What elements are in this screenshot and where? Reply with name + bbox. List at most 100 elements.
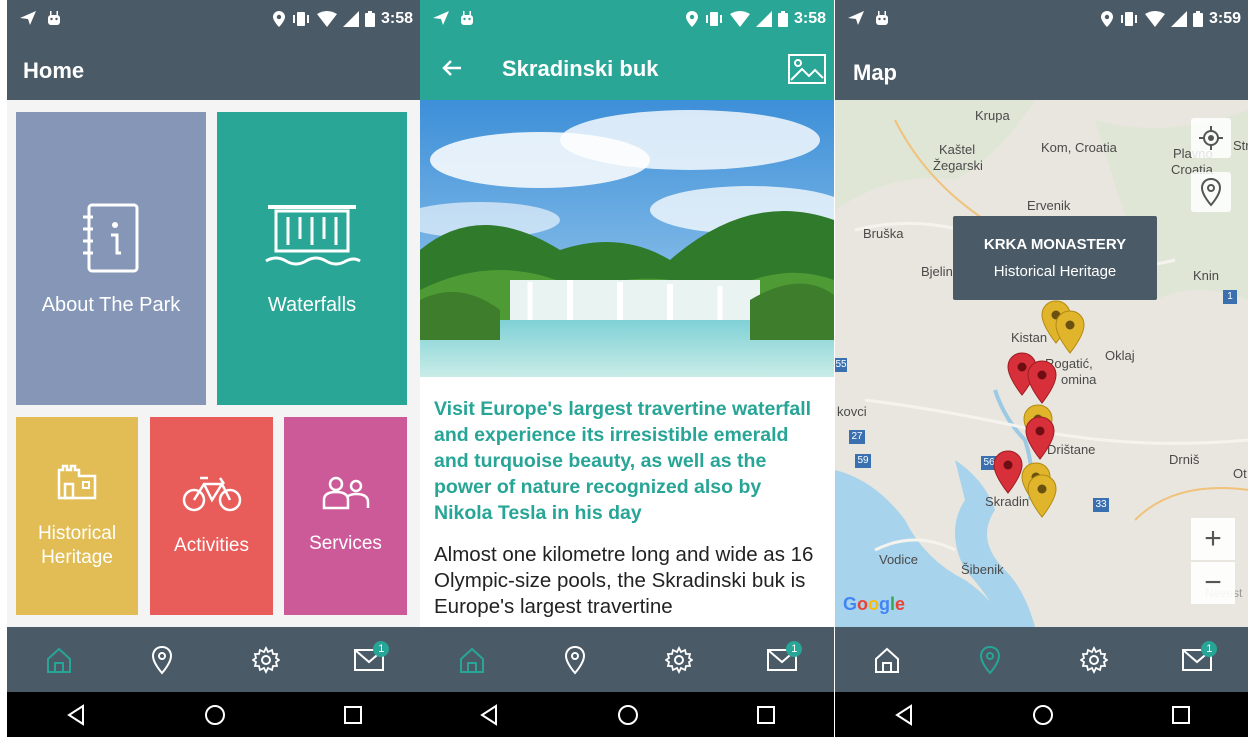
nav-settings[interactable] [1064,635,1124,685]
map-label: Ervenik [1027,198,1071,213]
zoom-in-button[interactable]: + [1191,518,1235,560]
gallery-icon[interactable] [788,54,826,84]
system-nav-bar [7,692,421,737]
map-label: Kom, Croatia [1041,140,1117,155]
map-pin-yellow[interactable] [1055,310,1085,354]
home-circle-icon[interactable] [204,704,226,726]
tile-about-the-park[interactable]: About The Park [16,112,206,405]
tile-historical-heritage[interactable]: Historical Heritage [16,417,138,615]
road-shield: 55 [835,358,847,372]
location-icon [1100,11,1113,27]
map-pin-red[interactable] [1025,416,1055,460]
map-pin-red[interactable] [1027,360,1057,404]
nav-home[interactable] [29,635,89,685]
nav-map[interactable] [132,635,192,685]
notification-badge: 1 [373,640,390,657]
map-label: Ot [1233,466,1247,481]
android-icon [876,11,888,25]
signal-icon [755,11,772,27]
map-pin-red[interactable] [993,450,1023,494]
map-pin-outline-icon [1200,177,1222,207]
nav-map[interactable] [545,635,605,685]
nav-messages[interactable]: 1 [1167,635,1227,685]
notebook-info-icon [83,203,139,272]
article-body: Visit Europe's largest travertine waterf… [434,396,824,627]
signal-icon [342,11,359,27]
nav-home[interactable] [442,635,502,685]
map-pin-yellow[interactable] [1027,474,1057,518]
article-lead: Visit Europe's largest travertine waterf… [434,398,812,524]
back-icon[interactable] [65,703,87,726]
marker-filter-button[interactable] [1191,172,1231,212]
vibrate-icon [705,12,722,26]
map-label: Bjelin [921,264,953,279]
location-icon [272,11,285,27]
home-circle-icon[interactable] [1032,704,1054,726]
tile-label: Services [309,533,382,554]
wifi-icon [316,11,337,27]
page-title: Home [23,58,85,83]
map-info-window[interactable]: KRKA MONASTERY Historical Heritage [953,216,1157,300]
back-icon[interactable] [478,703,500,726]
map-pin-icon [565,645,586,674]
nav-settings[interactable] [236,635,296,685]
wifi-icon [729,11,750,27]
status-time: 3:58 [380,10,413,27]
android-icon [48,11,60,25]
status-bar: 3:59 [835,0,1248,42]
article-paragraph: Almost one kilometre long and wide as 16… [434,543,814,618]
recents-icon[interactable] [756,705,776,725]
nav-messages[interactable]: 1 [752,635,812,685]
tile-services[interactable]: Services [284,417,407,615]
send-icon [433,11,449,25]
gear-icon [1079,645,1108,674]
map-label: Oklaj [1105,348,1135,363]
bottom-nav: 1 [7,627,421,692]
zoom-out-button[interactable]: − [1191,562,1235,604]
tile-label: Historical Heritage [37,523,117,568]
system-nav-bar [835,692,1248,737]
map-view[interactable]: Krupa Kaštel Žegarski Kom, Croatia Plavn… [835,100,1248,627]
bicycle-icon [182,476,241,512]
notification-badge: 1 [1201,640,1218,657]
map-screen: 3:59 Map Krupa Kaštel Žegarski Kom, Croa… [835,0,1248,737]
recents-icon[interactable] [343,705,363,725]
home-circle-icon[interactable] [617,704,639,726]
bottom-nav: 1 [420,627,834,692]
vibrate-icon [292,12,309,26]
home-icon [459,647,484,673]
tile-label: Waterfalls [267,293,357,316]
map-label: Bruška [863,226,904,241]
map-label: omina [1061,372,1097,387]
recents-icon[interactable] [1171,705,1191,725]
back-arrow-icon[interactable] [440,56,464,80]
info-window-subtitle: Historical Heritage [993,263,1117,280]
page-title: Map [853,60,897,85]
home-icon [46,647,71,673]
map-label: Žegarski [933,158,983,173]
battery-icon [364,11,375,27]
tile-label: Activities [174,535,249,556]
waterfall-icon [265,204,361,265]
my-location-button[interactable] [1191,118,1231,158]
map-label: Šibenik [961,562,1004,577]
nav-map[interactable] [960,635,1020,685]
people-icon [322,476,369,510]
status-bar: 3:58 [420,0,834,42]
map-label: Krupa [975,108,1010,123]
system-nav-bar [420,692,834,737]
send-icon [848,11,864,25]
app-bar: Skradinski buk [420,42,834,100]
map-label: Knin [1193,268,1220,283]
back-icon[interactable] [893,703,915,726]
battery-icon [1192,11,1203,27]
tile-activities[interactable]: Activities [150,417,273,615]
gear-icon [664,645,693,674]
tile-waterfalls[interactable]: Waterfalls [217,112,407,405]
info-window-title: KRKA MONASTERY [983,236,1127,253]
nav-home[interactable] [857,635,917,685]
nav-messages[interactable]: 1 [339,635,399,685]
home-screen: 3:58 Home About The Park Waterfalls Hist… [7,0,421,737]
castle-icon [57,464,97,500]
nav-settings[interactable] [649,635,709,685]
